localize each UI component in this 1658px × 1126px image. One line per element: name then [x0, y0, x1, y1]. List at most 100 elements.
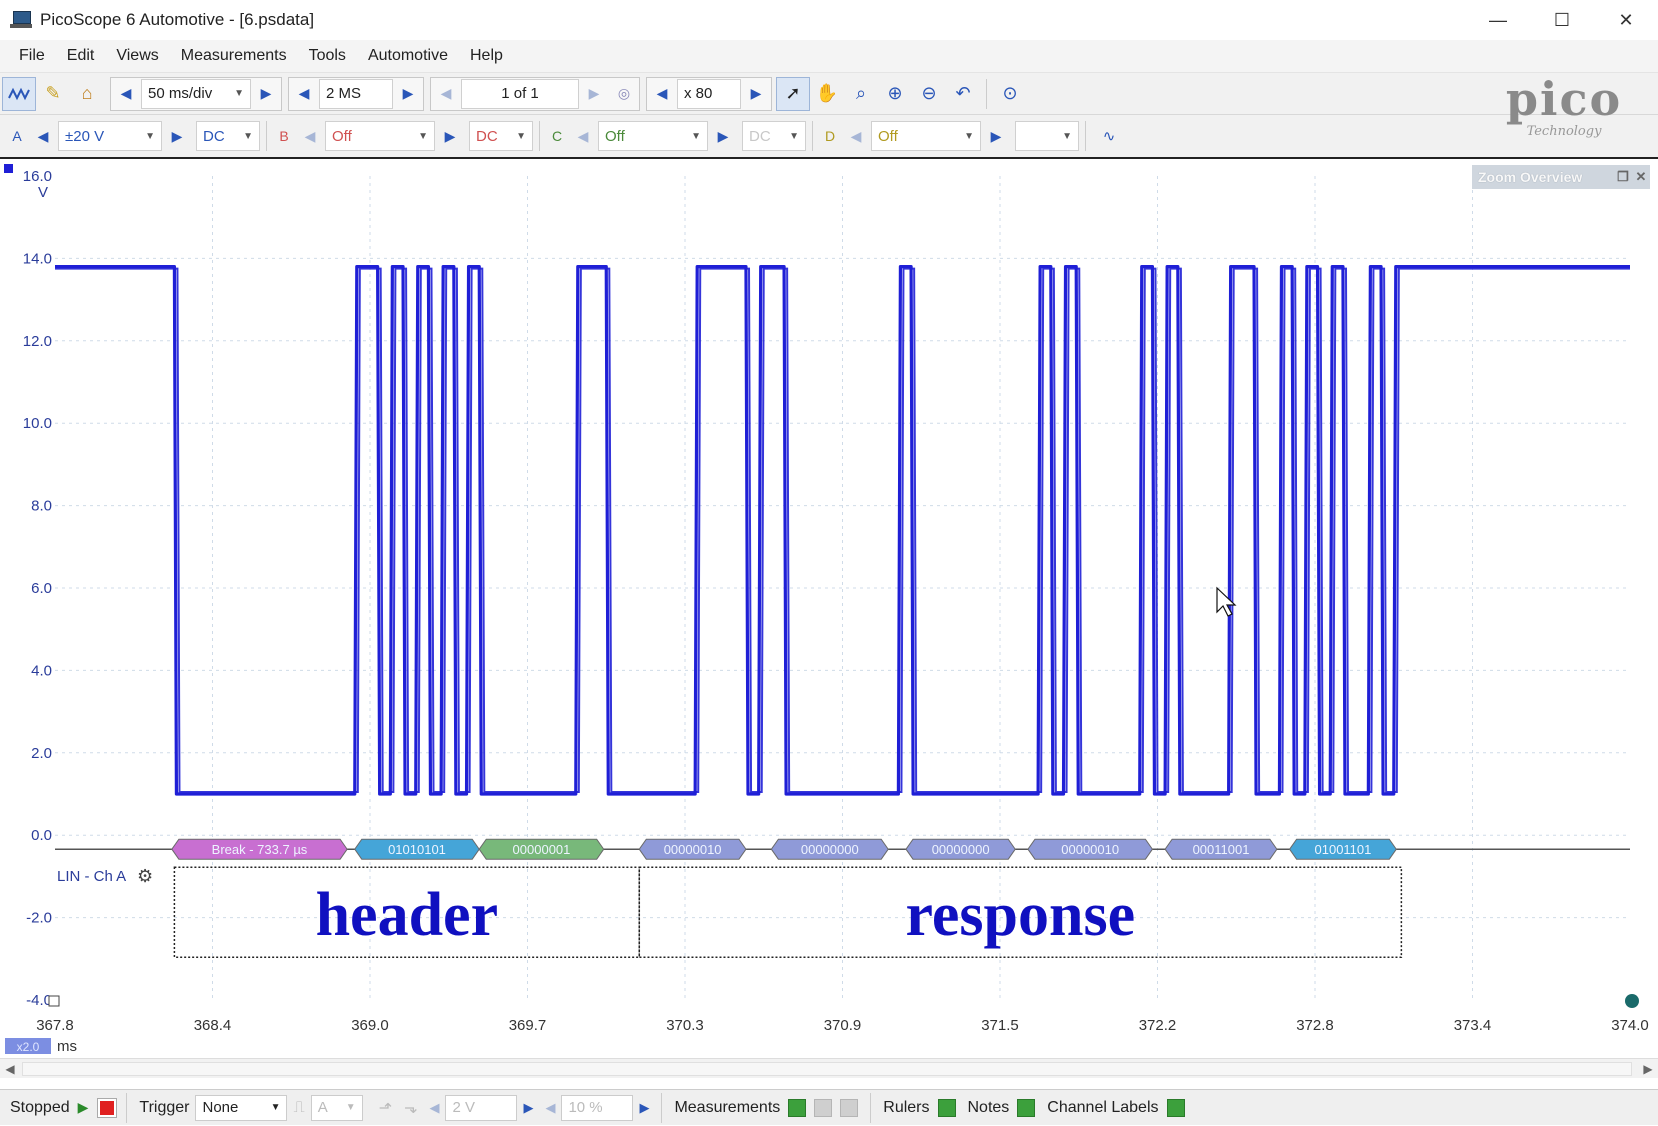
- pretrigger-decrease-button[interactable]: ◀: [539, 1090, 561, 1126]
- status-bar: Stopped ▶ Trigger None ▼ ⎍ A ▼ ⬏ ⬎ ◀ 2 V ▶…: [0, 1089, 1658, 1125]
- channel-labels-toggle[interactable]: Channel Labels: [1041, 1090, 1190, 1126]
- hand-pan-icon[interactable]: ✋: [810, 77, 844, 111]
- probe-icon[interactable]: ✎: [36, 77, 70, 111]
- scope-graph[interactable]: 16.0 14.0 12.0 10.0 8.0 6.0 4.0 2.0 0.0 -2.0 -4.0 3…: [0, 160, 1658, 1058]
- select-pointer-icon[interactable]: ➚: [776, 76, 810, 111]
- scroll-right-icon[interactable]: ▶: [1638, 1059, 1658, 1079]
- restore-icon[interactable]: ❐: [1614, 169, 1632, 185]
- channel-d-label[interactable]: D: [819, 121, 841, 151]
- channel-c-range-select[interactable]: Off ▼: [598, 121, 708, 151]
- timebase-select[interactable]: 50 ms/div ▼: [141, 78, 251, 109]
- zoom-increase-button[interactable]: ▶: [741, 78, 771, 110]
- menu-measurements[interactable]: Measurements: [170, 47, 298, 65]
- channel-b-range-select[interactable]: Off ▼: [325, 121, 435, 151]
- y-tick-label: 10.0: [23, 415, 52, 432]
- zoom-field[interactable]: x 80: [677, 78, 741, 109]
- channel-a-range-select[interactable]: ±20 V ▼: [58, 121, 162, 151]
- channel-a-range-decrease-button[interactable]: ◀: [28, 120, 58, 152]
- menu-help[interactable]: Help: [459, 47, 514, 65]
- measurements-toggle[interactable]: Measurements: [668, 1090, 864, 1126]
- edit-measurement-icon[interactable]: [814, 1098, 833, 1117]
- menu-views[interactable]: Views: [105, 47, 169, 65]
- channel-b-coupling-select[interactable]: DC ▼: [469, 121, 533, 151]
- home-icon[interactable]: ⌂: [70, 77, 104, 111]
- zoom-overview-panel[interactable]: Zoom Overview ❐ ✕: [1472, 165, 1650, 189]
- zoom-to-fit-icon[interactable]: ⊙: [993, 77, 1027, 111]
- zoom-region-icon[interactable]: ⌕: [844, 77, 878, 111]
- y-unit-label: V: [38, 184, 48, 201]
- x-tick-label: 372.8: [1296, 1017, 1334, 1034]
- math-channels-icon[interactable]: ∿: [1092, 119, 1126, 153]
- add-measurement-icon[interactable]: [788, 1098, 807, 1117]
- trigger-channel-select[interactable]: A ▼: [310, 1094, 363, 1121]
- pretrigger-increase-button[interactable]: ▶: [633, 1090, 655, 1126]
- channel-c-range-increase-button[interactable]: ▶: [708, 120, 738, 152]
- y-tick-label: 8.0: [31, 498, 52, 515]
- scope-view[interactable]: 16.0 14.0 12.0 10.0 8.0 6.0 4.0 2.0 0.0 -2.0 -4.0 3…: [0, 160, 1658, 1060]
- pretrigger-field[interactable]: 10 %: [561, 1094, 634, 1121]
- delete-measurement-icon[interactable]: [840, 1098, 859, 1117]
- zoom-out-icon[interactable]: ⊖: [912, 77, 946, 111]
- zoom-group: ◀ x 80 ▶: [646, 76, 772, 111]
- channel-a-coupling-select[interactable]: DC ▼: [196, 121, 260, 151]
- maximize-button[interactable]: ☐: [1530, 0, 1594, 40]
- channel-b-label[interactable]: B: [273, 121, 295, 151]
- channel-d-range-decrease-button[interactable]: ◀: [841, 120, 871, 152]
- timebase-decrease-button[interactable]: ◀: [111, 78, 141, 110]
- close-button[interactable]: ✕: [1594, 0, 1658, 40]
- buffer-navigator-icon[interactable]: ◎: [609, 78, 639, 110]
- zoom-in-icon[interactable]: ⊕: [878, 77, 912, 111]
- menu-tools[interactable]: Tools: [298, 47, 357, 65]
- samples-decrease-button[interactable]: ◀: [289, 78, 319, 110]
- horizontal-scrollbar[interactable]: ◀ ▶: [0, 1058, 1658, 1078]
- trigger-level-decrease-button[interactable]: ◀: [423, 1090, 445, 1126]
- close-icon[interactable]: ✕: [1632, 169, 1650, 185]
- channel-b-range-increase-button[interactable]: ▶: [435, 120, 465, 152]
- x-tick-label: 372.2: [1139, 1017, 1177, 1034]
- menu-file[interactable]: File: [8, 47, 56, 65]
- buffer-group: ◀ 1 of 1 ▶ ◎: [430, 76, 640, 111]
- start-capture-icon[interactable]: ▶: [78, 1099, 89, 1116]
- trigger-level-field[interactable]: 2 V: [445, 1094, 518, 1121]
- timebase-increase-button[interactable]: ▶: [251, 78, 281, 110]
- trigger-label-text: Trigger: [139, 1098, 190, 1116]
- buffer-next-button[interactable]: ▶: [579, 78, 609, 110]
- buffer-field[interactable]: 1 of 1: [461, 78, 579, 109]
- trigger-marker[interactable]: [1625, 994, 1639, 1008]
- samples-increase-button[interactable]: ▶: [393, 78, 423, 110]
- channel-a-coupling-value: DC: [203, 127, 225, 145]
- decoder-packet-label: 00000010: [664, 842, 722, 857]
- trigger-rising-icon[interactable]: ⬏: [373, 1090, 398, 1126]
- channel-c-coupling-select[interactable]: DC ▼: [742, 121, 806, 151]
- zoom-decrease-button[interactable]: ◀: [647, 78, 677, 110]
- channel-c-range-decrease-button[interactable]: ◀: [568, 120, 598, 152]
- channel-c-label[interactable]: C: [546, 121, 568, 151]
- channel-d-coupling-select[interactable]: ▼: [1015, 121, 1079, 151]
- samples-field[interactable]: 2 MS: [319, 78, 393, 109]
- decoder-packet-label: 01001101: [1315, 842, 1372, 857]
- channel-d-range-select[interactable]: Off ▼: [871, 121, 981, 151]
- scroll-thumb[interactable]: [22, 1062, 1632, 1076]
- channel-a-range-increase-button[interactable]: ▶: [162, 120, 192, 152]
- channel-a-label[interactable]: A: [6, 121, 28, 151]
- channel-labels-icon: [1166, 1098, 1185, 1117]
- rulers-toggle[interactable]: Rulers: [877, 1090, 961, 1126]
- channel-d-range-increase-button[interactable]: ▶: [981, 120, 1011, 152]
- trigger-advanced-icon[interactable]: ⎍: [287, 1090, 310, 1126]
- stop-capture-button[interactable]: [94, 1090, 120, 1126]
- trigger-mode-select[interactable]: None ▼: [195, 1094, 288, 1121]
- toolbar-separator: [812, 121, 813, 151]
- trigger-level-increase-button[interactable]: ▶: [517, 1090, 539, 1126]
- gear-icon[interactable]: ⚙: [137, 866, 153, 887]
- undo-zoom-icon[interactable]: ↶: [946, 77, 980, 111]
- menu-edit[interactable]: Edit: [56, 47, 106, 65]
- buffer-previous-button[interactable]: ◀: [431, 78, 461, 110]
- notes-toggle[interactable]: Notes: [962, 1090, 1042, 1126]
- channel-toolbar: A ◀ ±20 V ▼ ▶ DC ▼ B ◀ Off ▼ ▶ DC ▼ C ◀ Off ▼…: [0, 115, 1658, 159]
- scroll-left-icon[interactable]: ◀: [0, 1059, 20, 1079]
- minimize-button[interactable]: —: [1466, 0, 1530, 40]
- menu-automotive[interactable]: Automotive: [357, 47, 459, 65]
- channel-b-range-decrease-button[interactable]: ◀: [295, 120, 325, 152]
- trigger-falling-icon[interactable]: ⬎: [398, 1090, 423, 1126]
- scope-mode-icon[interactable]: [2, 76, 36, 111]
